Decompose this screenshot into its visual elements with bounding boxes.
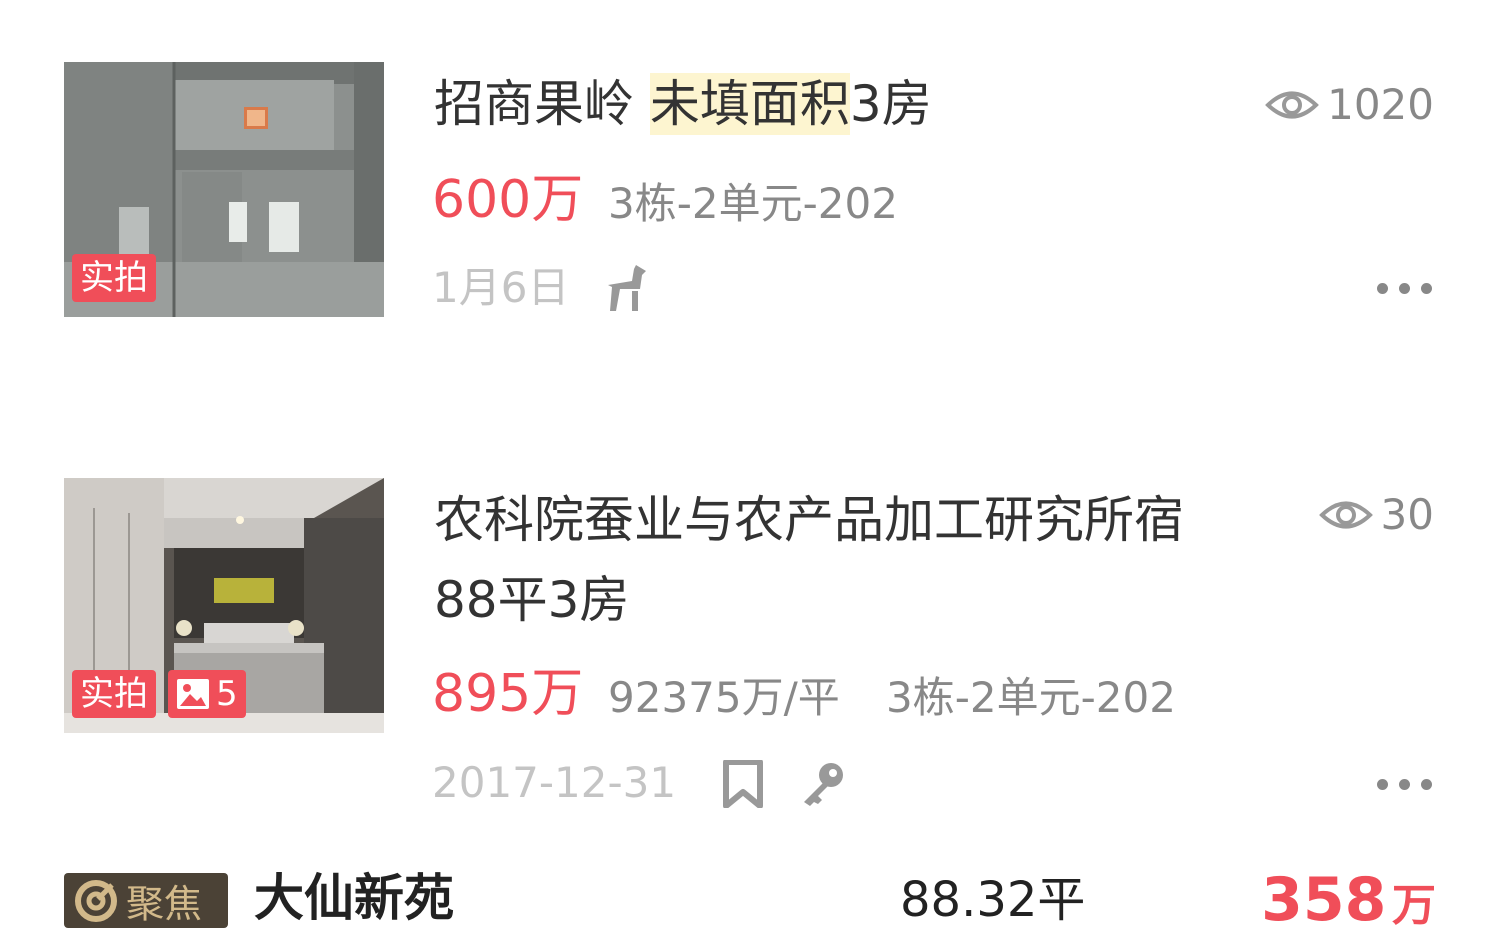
listing-date: 1月6日 [432,263,570,312]
listing-photo[interactable]: 实拍 [64,62,384,317]
giraffe-icon [608,265,646,311]
eye-icon [1318,501,1373,528]
key-icon [804,763,843,806]
listing-photo[interactable]: 实拍 5 [64,478,384,733]
photo-tag: 实拍 [72,670,156,718]
featured-area: 88.32平 [900,872,1086,928]
image-icon [177,679,209,709]
listing-address: 3栋-2单元-202 [608,179,898,228]
photo-tag: 实拍 [72,254,156,302]
more-dot [1377,779,1388,790]
eye-icon [1265,91,1320,118]
listing-title-line2[interactable]: 88平3房 [434,568,629,632]
listing-address: 3栋-2单元-202 [886,673,1176,722]
more-dot [1421,779,1432,790]
more-button[interactable] [1377,283,1432,294]
title-highlight: 未填面积 [649,73,850,135]
more-dot [1399,779,1410,790]
view-count-value: 1020 [1327,80,1434,129]
bookmark-icon[interactable] [722,760,764,808]
listing-title[interactable]: 招商果岭 未填面积3房 [434,72,932,136]
view-count: 30 [1318,490,1434,539]
featured-price: 358 万 [1261,864,1436,951]
listing-unit-price: 92375万/平 [608,673,840,722]
title-suffix: 3房 [849,75,932,133]
view-count-value: 30 [1380,490,1434,539]
focus-badge: 聚焦 [64,873,228,928]
focus-badge-label: 聚焦 [126,882,203,926]
more-button[interactable] [1377,779,1432,790]
listing-date: 2017-12-31 [432,758,677,807]
featured-price-unit: 万 [1392,880,1436,931]
listing-price: 600万 [432,170,584,230]
more-dot [1421,283,1432,294]
title-prefix: 招商果岭 [434,75,634,133]
focus-icon [75,879,117,922]
listing-price: 895万 [432,664,584,724]
listing-title[interactable]: 农科院蚕业与农产品加工研究所宿 [434,488,1184,552]
photo-count: 5 [216,674,238,714]
view-count: 1020 [1265,80,1434,129]
featured-name[interactable]: 大仙新苑 [254,866,454,930]
featured-price-value: 358 [1261,865,1387,935]
photo-count-badge[interactable]: 5 [168,670,246,718]
more-dot [1399,283,1410,294]
more-dot [1377,283,1388,294]
